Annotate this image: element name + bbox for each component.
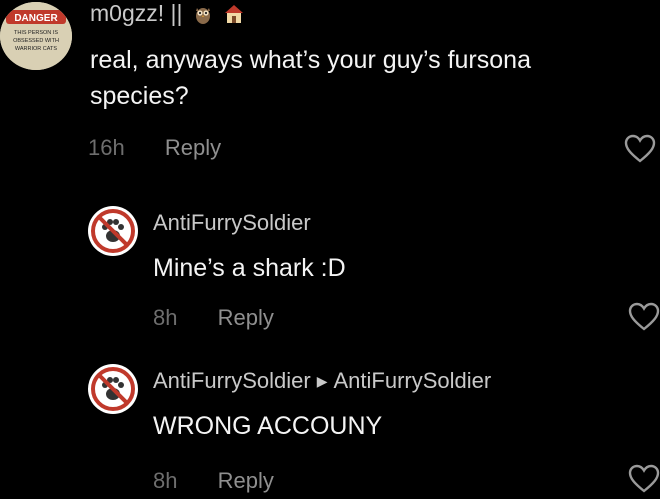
timestamp: 16h [88,135,125,160]
svg-text:THIS PERSON IS: THIS PERSON IS [14,30,58,36]
like-heart-icon[interactable] [624,134,656,169]
owl-icon [193,3,213,25]
avatar[interactable] [88,206,138,256]
reply-to-username[interactable]: AntiFurrySoldier [334,368,492,393]
svg-text:OBSESSED WITH: OBSESSED WITH [13,38,59,44]
comment-text-line: real, anyways what’s your guy’s fursona [90,46,531,74]
reply-button[interactable]: Reply [218,468,274,493]
avatar[interactable]: DANGER THIS PERSON IS OBSESSED WITH WARR… [0,2,72,70]
timestamp: 8h [153,468,178,493]
username-text[interactable]: m0gzz! || [90,0,182,26]
svg-text:DANGER: DANGER [14,13,58,24]
like-heart-icon[interactable] [628,302,660,337]
danger-sign-avatar-image: DANGER THIS PERSON IS OBSESSED WITH WARR… [0,2,72,70]
reply-button[interactable]: Reply [218,305,274,330]
comment-text: real, anyways what’s your guy’s fursona … [90,42,531,114]
comment-text: WRONG ACCOUNY [153,412,383,440]
comment-text: Mine’s a shark :D [153,254,346,282]
username-text[interactable]: AntiFurrySoldier [153,368,311,393]
house-icon [223,3,244,25]
no-paw-avatar-image [89,365,137,413]
comment-username[interactable]: m0gzz! || [90,0,244,27]
comment-meta: 16h Reply [88,135,221,161]
like-heart-icon[interactable] [628,464,660,499]
svg-text:WARRIOR CATS: WARRIOR CATS [15,46,57,52]
no-paw-avatar-image [89,207,137,255]
comment-meta: 8h Reply [153,305,274,331]
reply-to-arrow-icon: ▶ [316,373,328,389]
timestamp: 8h [153,305,178,330]
reply-button[interactable]: Reply [165,135,221,160]
comment-username: AntiFurrySoldier ▶ AntiFurrySoldier [153,368,491,394]
comment-meta: 8h Reply [153,468,274,494]
comment-text-line: species? [90,82,189,110]
comment-username[interactable]: AntiFurrySoldier [153,210,311,236]
avatar[interactable] [88,364,138,414]
